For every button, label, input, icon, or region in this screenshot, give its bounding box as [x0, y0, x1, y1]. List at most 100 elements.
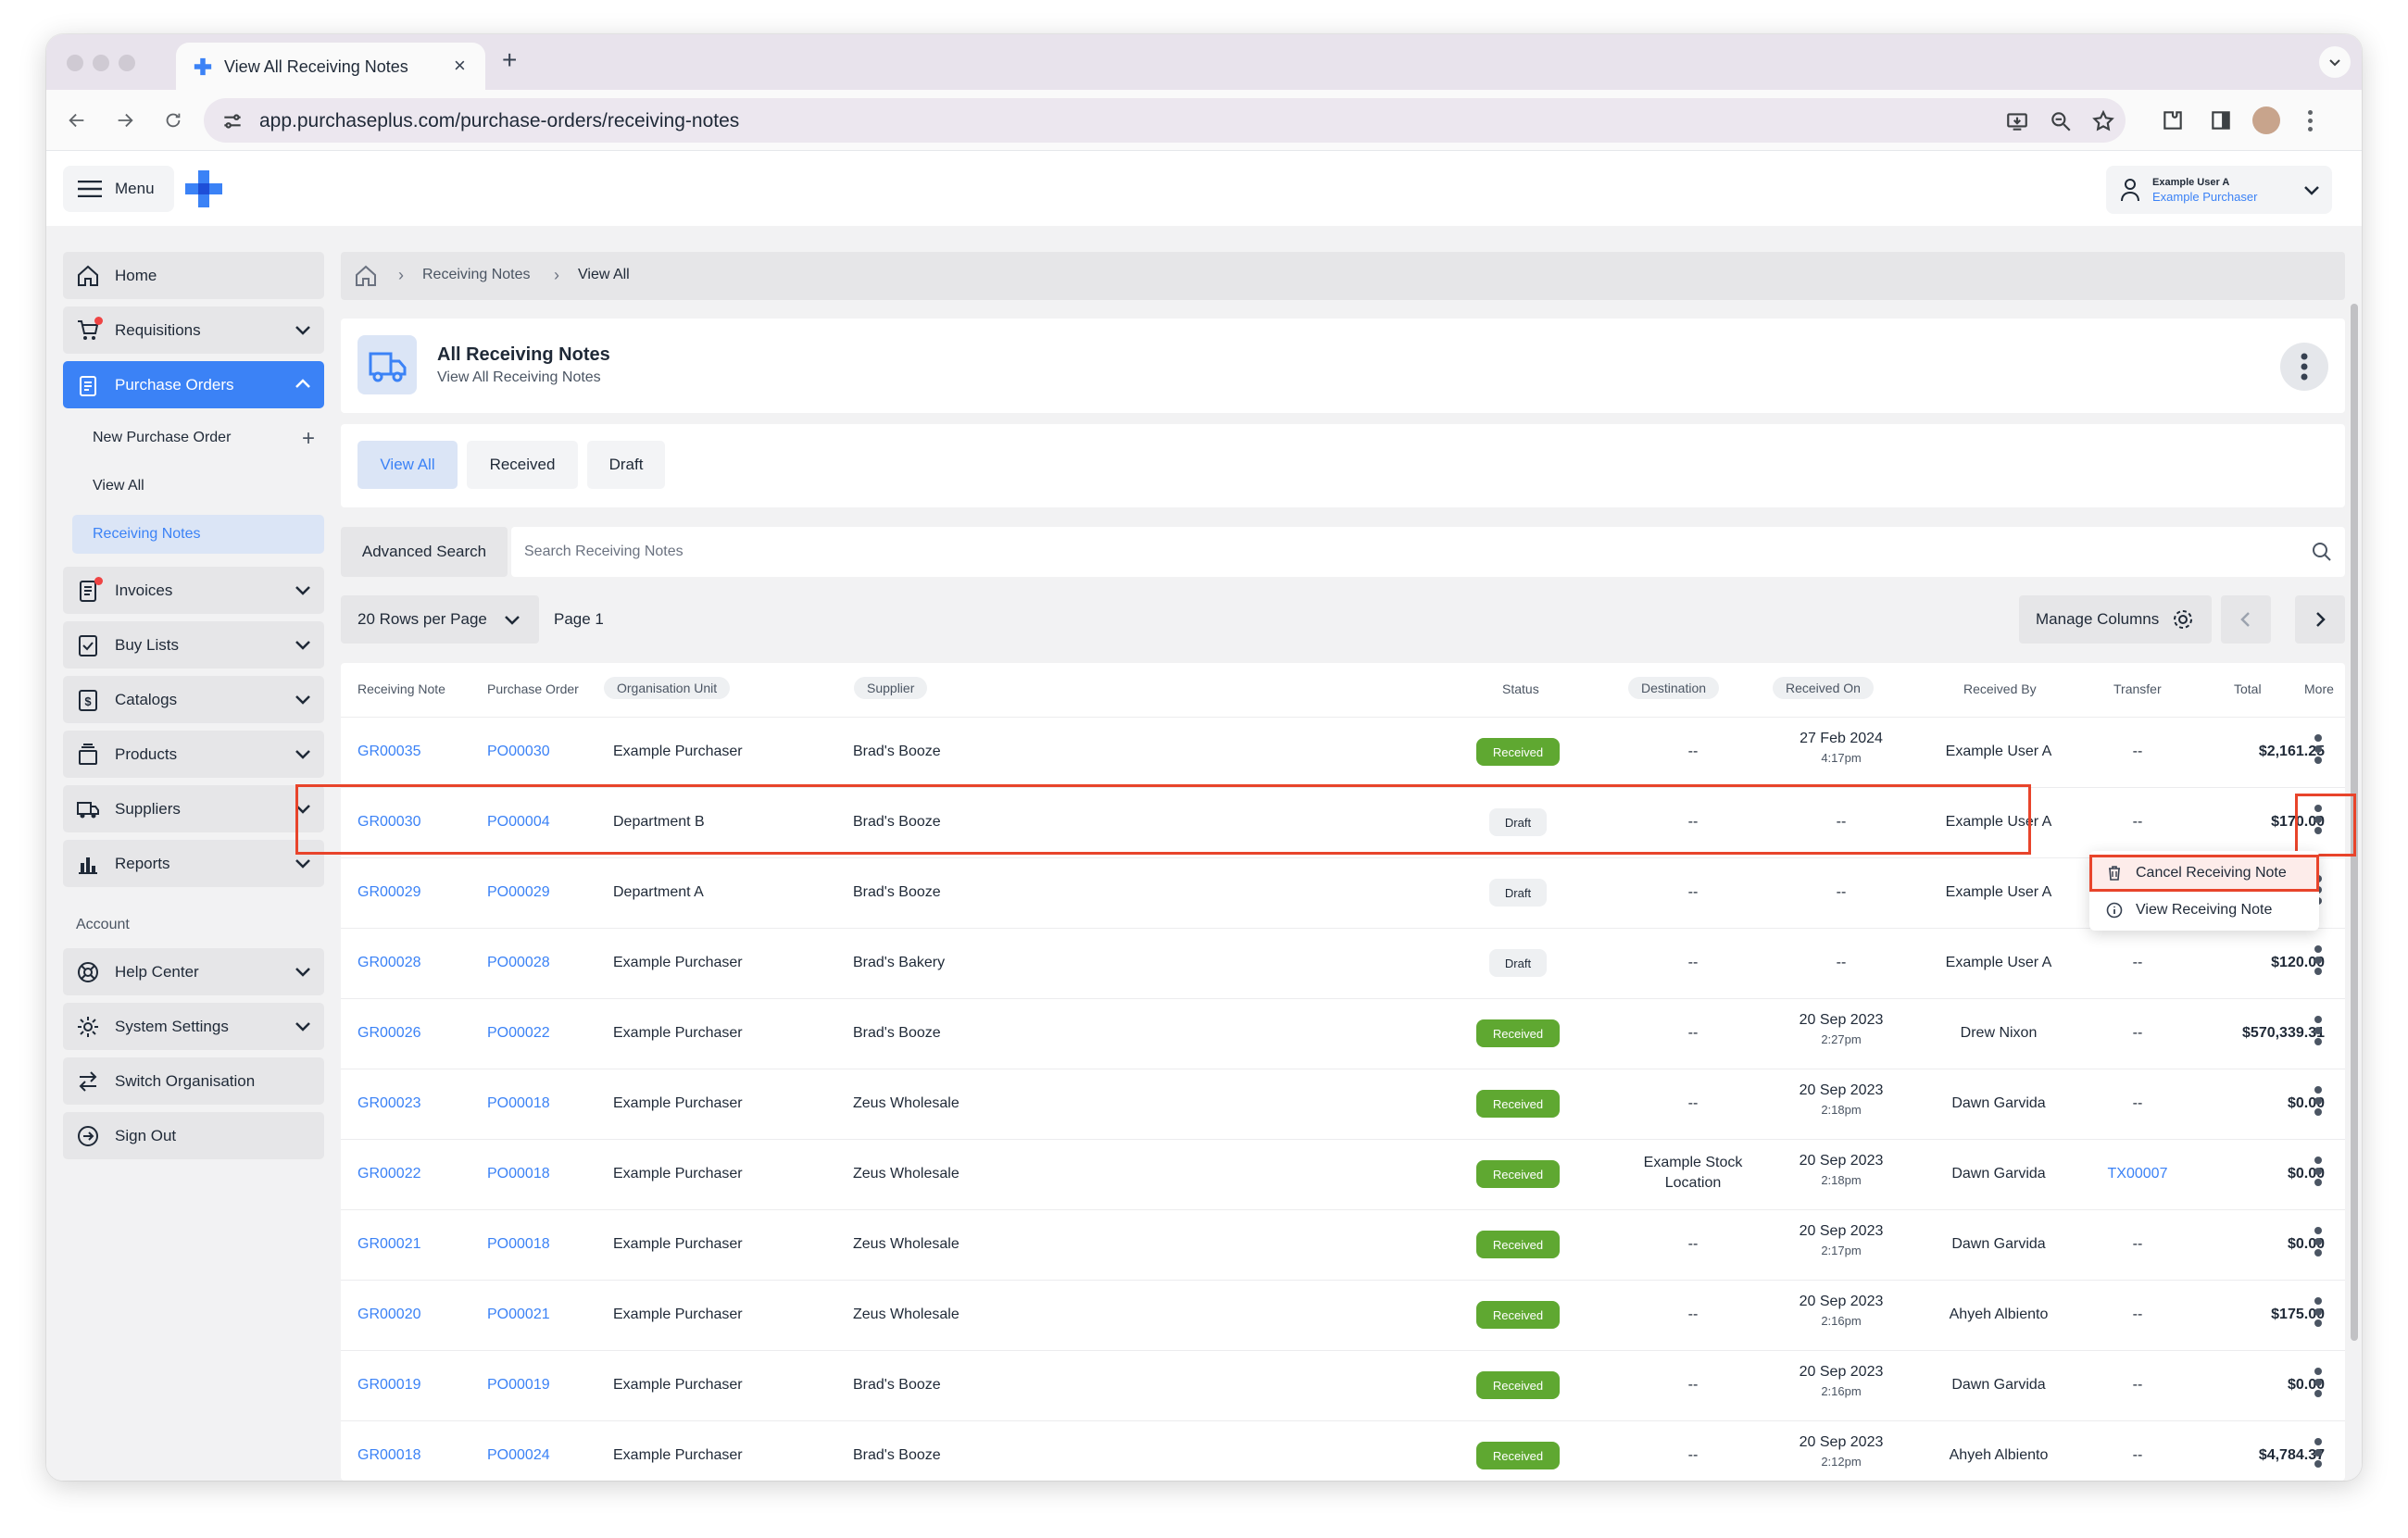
receiving-note-link[interactable]: GR00029 — [357, 884, 421, 901]
window-maximize-control[interactable] — [119, 55, 135, 71]
tab-search-button[interactable] — [2319, 46, 2351, 78]
sidebar-item-invoices[interactable]: Invoices — [63, 567, 324, 614]
install-app-icon[interactable] — [2005, 109, 2029, 133]
column-header[interactable]: Total — [2234, 681, 2262, 696]
address-bar[interactable]: app.purchaseplus.com/purchase-orders/rec… — [204, 98, 2126, 143]
tab-view-all[interactable]: View All — [357, 441, 458, 489]
table-row[interactable]: GR00023 PO00018 Example Purchaser Zeus Whol… — [341, 1069, 2345, 1139]
purchase-order-link[interactable]: PO00018 — [487, 1095, 550, 1112]
row-more-kebab-icon[interactable] — [2312, 1438, 2325, 1475]
previous-page-button[interactable] — [2221, 595, 2271, 644]
user-menu-button[interactable]: Example User A Example Purchaser — [2106, 166, 2332, 214]
next-page-button[interactable] — [2295, 595, 2345, 644]
window-close-control[interactable] — [67, 55, 83, 71]
cancel-receiving-note-item[interactable]: Cancel Receiving Note — [2089, 855, 2319, 892]
sidebar-item-help-center[interactable]: Help Center — [63, 948, 324, 995]
column-header[interactable]: Received On — [1773, 677, 1874, 699]
home-icon[interactable] — [354, 264, 378, 288]
back-button[interactable] — [61, 105, 93, 136]
table-row[interactable]: GR00030 PO00004 Department B Brad's Booze Dr… — [341, 787, 2345, 857]
table-row[interactable]: GR00022 PO00018 Example Purchaser Zeus Whol… — [341, 1139, 2345, 1209]
table-row[interactable]: GR00020 PO00021 Example Purchaser Zeus Whol… — [341, 1280, 2345, 1350]
sidebar-item-home[interactable]: Home — [63, 252, 324, 299]
row-more-kebab-icon[interactable] — [2312, 1368, 2325, 1405]
table-row[interactable]: GR00021 PO00018 Example Purchaser Zeus Whol… — [341, 1209, 2345, 1280]
receiving-note-link[interactable]: GR00026 — [357, 1025, 421, 1042]
table-row[interactable]: GR00026 PO00022 Example Purchaser Brad's Bo… — [341, 998, 2345, 1069]
column-header[interactable]: Status — [1502, 681, 1539, 696]
receiving-note-link[interactable]: GR00020 — [357, 1307, 421, 1323]
profile-avatar[interactable] — [2252, 106, 2280, 134]
scrollbar-thumb[interactable] — [2351, 304, 2358, 1341]
tab-draft[interactable]: Draft — [587, 441, 665, 489]
purchase-order-link[interactable]: PO00030 — [487, 744, 550, 760]
purchase-order-link[interactable]: PO00024 — [487, 1447, 550, 1464]
forward-button[interactable] — [109, 105, 141, 136]
tab-received[interactable]: Received — [467, 441, 578, 489]
purchase-order-link[interactable]: PO00028 — [487, 955, 550, 971]
sidebar-item-requisitions[interactable]: Requisitions — [63, 306, 324, 354]
table-row[interactable]: GR00029 PO00029 Department A Brad's Booze Dr… — [341, 857, 2345, 928]
column-header[interactable]: Received By — [1963, 681, 2037, 696]
window-minimize-control[interactable] — [93, 55, 109, 71]
receiving-note-link[interactable]: GR00021 — [357, 1236, 421, 1253]
sidebar-item-reports[interactable]: Reports — [63, 840, 324, 887]
extensions-icon[interactable] — [2161, 108, 2185, 132]
search-input[interactable] — [524, 540, 2284, 564]
breadcrumb-receiving-notes[interactable]: Receiving Notes — [422, 267, 531, 283]
bookmark-star-icon[interactable] — [2091, 109, 2115, 133]
browser-tab[interactable]: View All Receiving Notes × — [176, 43, 485, 90]
column-header[interactable]: Destination — [1628, 677, 1720, 699]
browser-menu-icon[interactable] — [2306, 108, 2314, 134]
table-row[interactable]: GR00018 PO00024 Example Purchaser Brad's Bo… — [341, 1420, 2345, 1481]
view-receiving-note-item[interactable]: View Receiving Note — [2089, 892, 2319, 929]
search-icon[interactable] — [2312, 542, 2332, 562]
row-more-kebab-icon[interactable] — [2312, 805, 2325, 842]
column-header[interactable]: Organisation Unit — [604, 677, 731, 699]
purchase-order-link[interactable]: PO00019 — [487, 1377, 550, 1394]
receiving-note-link[interactable]: GR00028 — [357, 955, 421, 971]
row-more-kebab-icon[interactable] — [2312, 945, 2325, 982]
menu-button[interactable]: Menu — [63, 166, 174, 212]
page-scrollbar[interactable] — [2349, 276, 2360, 1481]
advanced-search-button[interactable]: Advanced Search — [341, 527, 508, 577]
sidebar-item-switch-organisation[interactable]: Switch Organisation — [63, 1057, 324, 1105]
sidebar-item-sign-out[interactable]: Sign Out — [63, 1112, 324, 1159]
table-row[interactable]: GR00035 PO00030 Example Purchaser Brad's Bo… — [341, 717, 2345, 787]
column-header[interactable]: Supplier — [854, 677, 928, 699]
reload-button[interactable] — [157, 105, 189, 136]
purchase-order-link[interactable]: PO00004 — [487, 814, 550, 831]
sidebar-item-catalogs[interactable]: $ Catalogs — [63, 676, 324, 723]
purchase-order-link[interactable]: PO00022 — [487, 1025, 550, 1042]
sidebar-sub-view-all[interactable]: View All — [72, 467, 324, 506]
purchase-order-link[interactable]: PO00021 — [487, 1307, 550, 1323]
rows-per-page-select[interactable]: 20 Rows per Page — [341, 595, 539, 644]
side-panel-icon[interactable] — [2209, 108, 2233, 132]
receiving-note-link[interactable]: GR00018 — [357, 1447, 421, 1464]
plus-icon[interactable]: + — [302, 426, 315, 452]
purchase-order-link[interactable]: PO00029 — [487, 884, 550, 901]
zoom-icon[interactable] — [2049, 109, 2073, 133]
sidebar-item-system-settings[interactable]: System Settings — [63, 1003, 324, 1050]
row-more-kebab-icon[interactable] — [2312, 1157, 2325, 1194]
purchaseplus-logo[interactable] — [183, 169, 224, 209]
receiving-note-link[interactable]: GR00030 — [357, 814, 421, 831]
receiving-note-link[interactable]: GR00035 — [357, 744, 421, 760]
column-header[interactable]: Receiving Note — [357, 681, 445, 696]
receiving-note-link[interactable]: GR00019 — [357, 1377, 421, 1394]
close-tab-icon[interactable]: × — [454, 54, 466, 78]
transfer-cell[interactable]: TX00007 — [2082, 1166, 2193, 1182]
sidebar-sub-new-purchase-order[interactable]: New Purchase Order + — [72, 419, 324, 457]
column-header[interactable]: Purchase Order — [487, 681, 579, 696]
manage-columns-button[interactable]: Manage Columns — [2019, 595, 2212, 644]
row-more-kebab-icon[interactable] — [2312, 734, 2325, 771]
purchase-order-link[interactable]: PO00018 — [487, 1166, 550, 1182]
receiving-note-link[interactable]: GR00022 — [357, 1166, 421, 1182]
table-row[interactable]: GR00028 PO00028 Example Purchaser Brad's Ba… — [341, 928, 2345, 998]
site-settings-icon[interactable] — [220, 109, 245, 133]
row-more-kebab-icon[interactable] — [2312, 1016, 2325, 1053]
sidebar-sub-receiving-notes[interactable]: Receiving Notes — [72, 515, 324, 554]
sidebar-item-buy-lists[interactable]: Buy Lists — [63, 621, 324, 669]
sidebar-item-purchase-orders[interactable]: Purchase Orders — [63, 361, 324, 408]
sidebar-item-products[interactable]: Products — [63, 731, 324, 778]
